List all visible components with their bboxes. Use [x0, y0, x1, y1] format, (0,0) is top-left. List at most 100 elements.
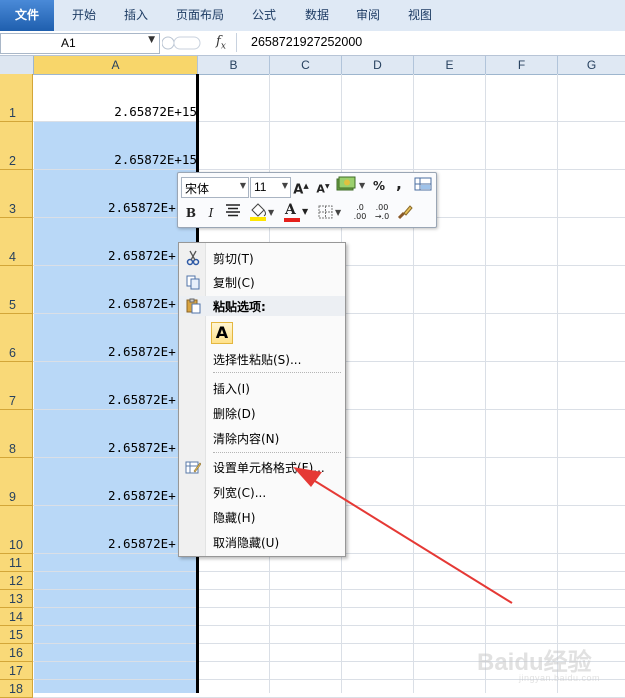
row-header-15[interactable]: 15 — [0, 626, 33, 644]
row-gridline — [33, 589, 625, 590]
chevron-down-icon[interactable]: ▼ — [148, 35, 155, 45]
row-header-18[interactable]: 18 — [0, 680, 33, 698]
row-header-6[interactable]: 6 — [0, 314, 33, 362]
column-header-g[interactable]: G — [558, 56, 625, 75]
row-header-16[interactable]: 16 — [0, 644, 33, 662]
menu-item-label: 插入(I) — [213, 382, 250, 396]
comma-style-button[interactable]: , — [394, 174, 404, 194]
watermark-text: Baidu经验 — [477, 649, 592, 676]
row-number: 5 — [9, 298, 16, 312]
tab-home[interactable]: 开始 — [60, 0, 108, 31]
tab-page-layout[interactable]: 页面布局 — [168, 0, 232, 31]
percent-style-button[interactable]: % — [371, 176, 387, 196]
menu-item-hide[interactable]: 隐藏(H) — [179, 506, 345, 528]
fill-color-button[interactable]: ▼ — [248, 202, 276, 222]
row-number: 13 — [9, 592, 23, 606]
row-gridline — [33, 625, 625, 626]
font-size-dropdown[interactable]: 11 ▼ — [250, 177, 291, 198]
cell-a3[interactable]: 2.65872E+ — [34, 200, 197, 215]
chevron-down-icon: ▼ — [239, 181, 246, 190]
row-header-3[interactable]: 3 — [0, 170, 33, 218]
menu-item-format-cells[interactable]: 设置单元格格式(F)... — [179, 456, 345, 478]
column-header-b[interactable]: B — [198, 56, 270, 75]
context-menu: 剪切(T) 复制(C) 粘贴选项: A 选择性粘贴(S)... 插入(I) 删除… — [178, 242, 346, 557]
menu-item-paste-special[interactable]: 选择性粘贴(S)... — [179, 348, 345, 370]
column-header-a[interactable]: A — [34, 56, 198, 75]
increase-decimal-button[interactable]: .0 .00 — [350, 203, 370, 223]
font-color-button[interactable]: A ▼ — [282, 202, 310, 222]
align-center-button[interactable] — [224, 203, 242, 223]
font-name-dropdown[interactable]: 宋体 ▼ — [181, 177, 249, 198]
menu-item-label: 设置单元格格式(F)... — [213, 461, 325, 475]
tab-review[interactable]: 审阅 — [344, 0, 392, 31]
tab-file[interactable]: 文件 — [0, 0, 54, 31]
cell-a10[interactable]: 2.65872E+ — [34, 536, 197, 551]
name-box[interactable]: A1 ▼ — [0, 33, 160, 54]
select-all-corner[interactable] — [0, 56, 34, 75]
menu-item-label: 剪切(T) — [213, 252, 254, 266]
menu-item-unhide[interactable]: 取消隐藏(U) — [179, 531, 345, 553]
menu-item-copy[interactable]: 复制(C) — [179, 271, 345, 293]
menu-item-insert[interactable]: 插入(I) — [179, 377, 345, 399]
cell-a4[interactable]: 2.65872E+ — [34, 248, 197, 263]
menu-item-clear-contents[interactable]: 清除内容(N) — [179, 427, 345, 449]
tab-data[interactable]: 数据 — [293, 0, 341, 31]
menu-item-column-width[interactable]: 列宽(C)... — [179, 481, 345, 503]
row-header-1[interactable]: 1 — [0, 74, 33, 122]
cell-a5[interactable]: 2.65872E+ — [34, 296, 197, 311]
borders-button[interactable]: ▼ — [316, 202, 344, 222]
grow-font-label: A — [293, 182, 304, 198]
grow-font-button[interactable]: A▲ — [292, 176, 310, 198]
scissors-icon — [186, 250, 200, 266]
row-header-5[interactable]: 5 — [0, 266, 33, 314]
bold-button[interactable]: B — [183, 203, 199, 223]
row-header-7[interactable]: 7 — [0, 362, 33, 410]
shrink-font-label: A — [316, 182, 325, 196]
row-header-4[interactable]: 4 — [0, 218, 33, 266]
row-number: 15 — [9, 628, 23, 642]
tab-insert[interactable]: 插入 — [112, 0, 160, 31]
row-header-9[interactable]: 9 — [0, 458, 33, 506]
font-color-swatch — [284, 218, 300, 222]
row-header-17[interactable]: 17 — [0, 662, 33, 680]
column-header-e[interactable]: E — [414, 56, 486, 75]
chevron-down-icon: ▼ — [281, 181, 288, 190]
cell-a1[interactable]: 2.65872E+15 — [34, 104, 197, 119]
cell-a7[interactable]: 2.65872E+ — [34, 392, 197, 407]
currency-icon: ▼ — [336, 176, 366, 191]
watermark-subtext: jingyan.baidu.com — [519, 673, 601, 683]
row-header-14[interactable]: 14 — [0, 608, 33, 626]
tab-formulas[interactable]: 公式 — [240, 0, 288, 31]
formula-input[interactable]: 2658721927252000 — [236, 33, 625, 52]
column-header-f[interactable]: F — [486, 56, 558, 75]
decrease-decimal-button[interactable]: .00 →.0 — [372, 203, 392, 223]
cell-a6[interactable]: 2.65872E+ — [34, 344, 197, 359]
tab-view[interactable]: 视图 — [396, 0, 444, 31]
paste-keep-format-button[interactable]: A — [211, 322, 233, 344]
italic-button[interactable]: I — [204, 203, 218, 223]
cell-a8[interactable]: 2.65872E+ — [34, 440, 197, 455]
formula-bar-divider-icon — [162, 36, 201, 50]
row-header-10[interactable]: 10 — [0, 506, 33, 554]
cell-a2[interactable]: 2.65872E+15 — [34, 152, 197, 167]
row-header-12[interactable]: 12 — [0, 572, 33, 590]
cell-a9[interactable]: 2.65872E+ — [34, 488, 197, 503]
row-number: 9 — [9, 490, 16, 504]
row-header-11[interactable]: 11 — [0, 554, 33, 572]
column-header-d[interactable]: D — [342, 56, 414, 75]
shrink-font-button[interactable]: A▼ — [314, 177, 332, 197]
row-header-2[interactable]: 2 — [0, 122, 33, 170]
mini-toolbar: 宋体 ▼ 11 ▼ A▲ A▼ ▼ % , B I ▼ A ▼ ▼ .0 .00… — [177, 172, 437, 228]
format-painter-mini-button[interactable] — [414, 176, 432, 196]
row-header-13[interactable]: 13 — [0, 590, 33, 608]
menu-item-delete[interactable]: 删除(D) — [179, 402, 345, 424]
column-header-c[interactable]: C — [270, 56, 342, 75]
format-painter-button[interactable] — [396, 203, 414, 223]
row-header-8[interactable]: 8 — [0, 410, 33, 458]
accounting-format-button[interactable]: ▼ — [336, 176, 366, 196]
decrease-decimal-bottom: →.0 — [374, 212, 390, 221]
borders-icon: ▼ — [318, 205, 342, 219]
insert-function-icon[interactable]: fx — [216, 34, 226, 52]
row-gridline — [33, 571, 625, 572]
menu-item-cut[interactable]: 剪切(T) — [179, 247, 345, 269]
